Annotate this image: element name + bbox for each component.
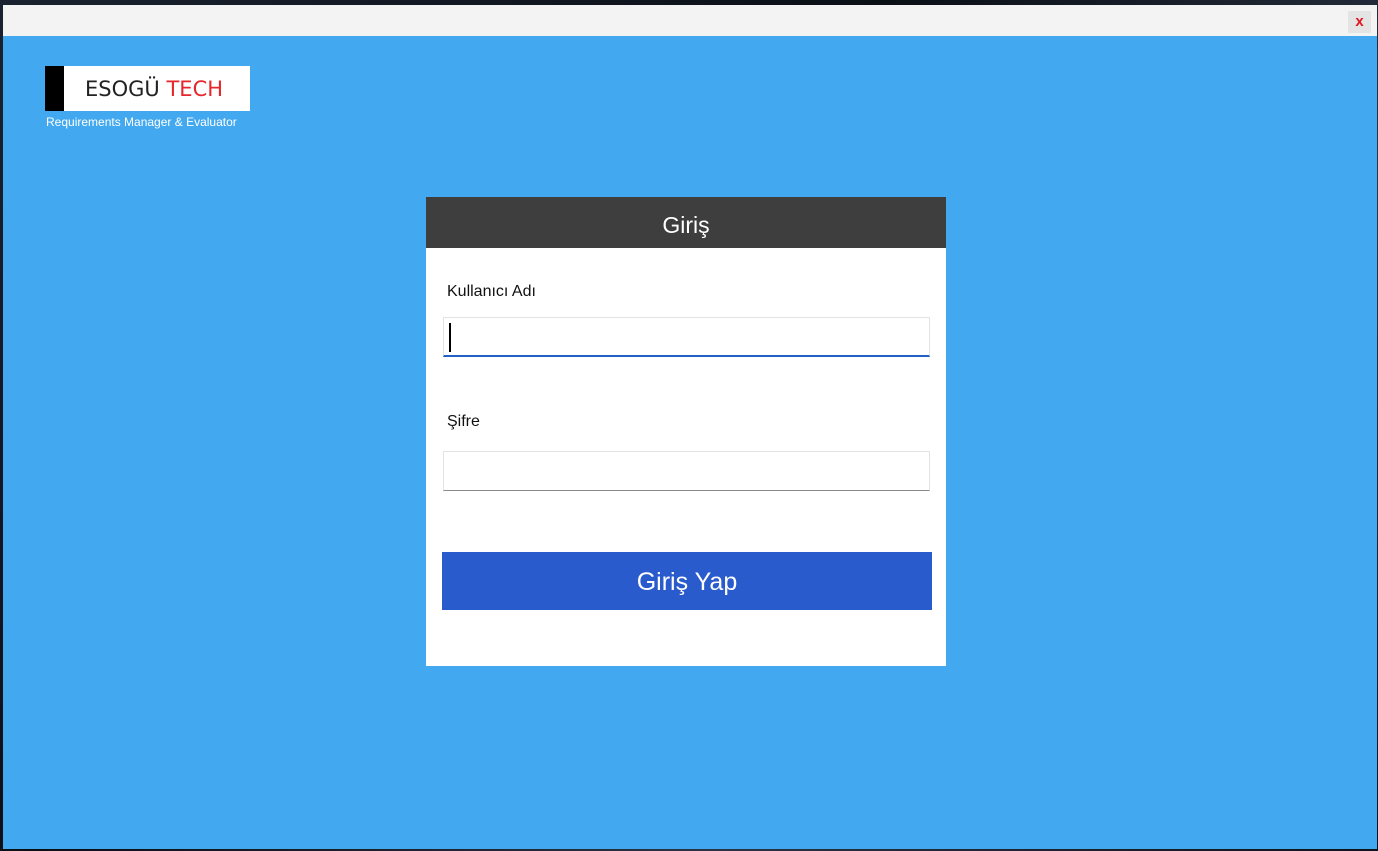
login-button[interactable]: Giriş Yap	[442, 552, 932, 610]
logo-bar	[45, 66, 64, 111]
close-icon: x	[1355, 13, 1364, 30]
logo-brand: ESOGÜ	[85, 77, 160, 101]
logo-text: ESOGÜ TECH	[85, 77, 223, 101]
app-window: x ESOGÜ TECH Requirements Manager & Eval…	[3, 5, 1377, 849]
username-input[interactable]	[443, 317, 930, 357]
brand-logo: ESOGÜ TECH	[45, 66, 250, 111]
close-button[interactable]: x	[1348, 11, 1371, 33]
password-input[interactable]	[443, 451, 930, 491]
logo-accent: TECH	[166, 77, 224, 101]
login-title: Giriş	[426, 197, 946, 248]
app-tagline: Requirements Manager & Evaluator	[46, 115, 237, 129]
login-card: Giriş Kullanıcı Adı Şifre Giriş Yap	[426, 197, 946, 666]
text-caret	[449, 323, 451, 352]
title-bar: x	[3, 5, 1377, 36]
password-label: Şifre	[447, 413, 480, 430]
username-label: Kullanıcı Adı	[447, 283, 536, 300]
